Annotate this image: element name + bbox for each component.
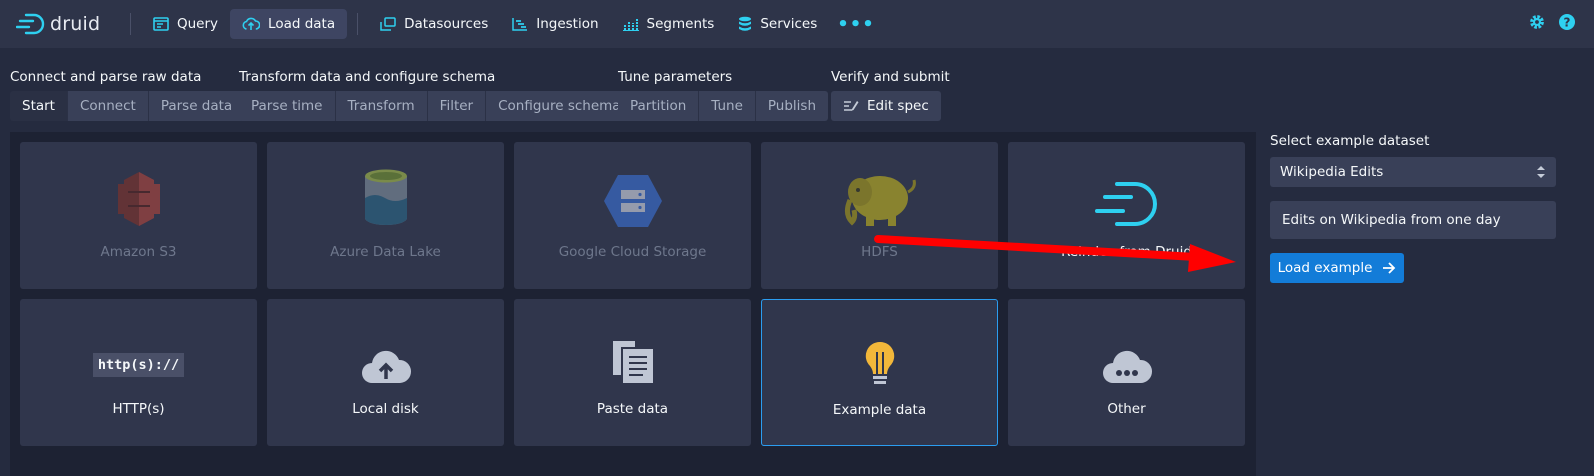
nav-datasources-label: Datasources: [404, 16, 489, 32]
tile-reindex-from-druid[interactable]: Reindex from Druid: [1008, 142, 1245, 289]
nav-ingestion-label: Ingestion: [536, 16, 599, 32]
step-tab-partition[interactable]: Partition: [618, 91, 700, 121]
database-icon: [739, 16, 752, 31]
double-caret-icon: [1537, 166, 1545, 178]
tile-example-data[interactable]: Example data: [761, 299, 998, 446]
tile-label: Google Cloud Storage: [558, 244, 707, 260]
step-group-title: Connect and parse raw data: [10, 69, 202, 85]
svg-text:?: ?: [1564, 16, 1571, 30]
arrow-right-icon: [1383, 262, 1396, 274]
step-tab-parse-time[interactable]: Parse time: [239, 91, 336, 121]
step-tab-start[interactable]: Start: [10, 91, 68, 121]
tile-label: Other: [1107, 401, 1146, 417]
application-icon: [153, 17, 169, 31]
azure-data-lake-icon: [364, 169, 407, 225]
nav-load-data[interactable]: Load data: [230, 9, 348, 39]
load-example-label: Load example: [1277, 260, 1373, 276]
tile-label: Paste data: [596, 401, 669, 417]
nav-datasources[interactable]: Datasources: [368, 9, 500, 39]
tile-label: Local disk: [352, 401, 419, 417]
stacked-chart-icon: [622, 19, 639, 31]
nav-services[interactable]: Services: [726, 9, 829, 39]
tile-azure-data-lake[interactable]: Azure Data Lake: [267, 142, 504, 289]
step-tab-filter[interactable]: Filter: [427, 91, 487, 121]
nav-query-label: Query: [177, 16, 219, 32]
tile-google-cloud-storage[interactable]: Google Cloud Storage: [514, 142, 751, 289]
step-group-title: Verify and submit: [831, 69, 950, 85]
druid-logo-icon: [1094, 182, 1157, 226]
step-group-transform: Transform data and configure schema Pars…: [239, 69, 633, 121]
amazon-s3-icon: [117, 172, 160, 226]
ingestion-source-tiles: Amazon S3 Azure Data Lake Google Cloud S…: [10, 132, 1256, 476]
nav-segments[interactable]: Segments: [611, 9, 727, 39]
cloud-upload-icon: [361, 350, 411, 383]
tile-label: Azure Data Lake: [330, 244, 441, 260]
tile-paste-data[interactable]: Paste data: [514, 299, 751, 446]
cloud-more-icon: [1102, 350, 1152, 383]
nav-divider: [130, 13, 131, 35]
tile-label: HDFS: [861, 244, 898, 260]
tile-label: Reindex from Druid: [1061, 244, 1192, 260]
tile-amazon-s3[interactable]: Amazon S3: [20, 142, 257, 289]
step-tab-edit-spec[interactable]: Edit spec: [831, 91, 941, 121]
cloud-upload-icon: [242, 17, 261, 30]
tile-local-disk[interactable]: Local disk: [267, 299, 504, 446]
step-tab-configure-schema[interactable]: Configure schema: [486, 91, 633, 121]
step-tab-publish[interactable]: Publish: [755, 91, 829, 121]
druid-logo[interactable]: druid: [16, 13, 120, 35]
lightbulb-icon: [865, 341, 894, 384]
dataset-description: Edits on Wikipedia from one day: [1270, 201, 1556, 239]
tile-label: Example data: [832, 402, 927, 418]
edit-spec-label: Edit spec: [867, 98, 929, 114]
http-badge-icon: http(s)://: [92, 353, 185, 377]
step-group-title: Tune parameters: [618, 69, 733, 85]
tile-label: HTTP(s): [112, 401, 165, 417]
hadoop-elephant-icon: [844, 176, 916, 226]
example-dataset-select[interactable]: Wikipedia Edits: [1270, 157, 1556, 187]
step-group-connect: Connect and parse raw data Start Connect…: [10, 69, 245, 121]
logo-text: druid: [50, 13, 101, 35]
nav-query[interactable]: Query: [141, 9, 230, 39]
step-tab-connect[interactable]: Connect: [67, 91, 149, 121]
tile-label: Amazon S3: [100, 244, 177, 260]
nav-ingestion[interactable]: Ingestion: [500, 9, 610, 39]
nav-divider: [357, 13, 359, 35]
tile-hdfs[interactable]: HDFS: [761, 142, 998, 289]
edit-spec-icon: [844, 101, 859, 111]
nav-services-label: Services: [760, 16, 818, 32]
help-icon[interactable]: ?: [1558, 13, 1576, 31]
step-group-title: Transform data and configure schema: [239, 69, 496, 85]
step-tab-transform[interactable]: Transform: [335, 91, 428, 121]
step-tab-tune[interactable]: Tune: [699, 91, 756, 121]
step-tab-parse-data[interactable]: Parse data: [148, 91, 245, 121]
load-example-button[interactable]: Load example: [1270, 253, 1404, 283]
select-example-label: Select example dataset: [1270, 133, 1430, 149]
step-group-tune: Tune parameters Partition Tune Publish: [618, 69, 829, 121]
example-dataset-panel: Select example dataset Wikipedia Edits E…: [1270, 132, 1556, 283]
tile-http[interactable]: http(s):// HTTP(s): [20, 299, 257, 446]
settings-gear-icon[interactable]: [1528, 13, 1546, 31]
clipboard-paste-icon: [612, 341, 653, 383]
nav-segments-label: Segments: [646, 16, 715, 32]
tile-other[interactable]: Other: [1008, 299, 1245, 446]
step-group-verify: Verify and submit Edit spec: [831, 69, 950, 121]
selected-dataset: Wikipedia Edits: [1280, 164, 1384, 180]
multi-select-icon: [380, 17, 396, 31]
nav-load-data-label: Load data: [268, 16, 336, 32]
gantt-chart-icon: [512, 18, 528, 31]
top-navbar: druid Query Load data Datasources Ingest…: [0, 0, 1594, 48]
druid-logo-icon: [16, 13, 45, 35]
more-menu-button[interactable]: •••: [829, 14, 883, 35]
google-cloud-storage-icon: [603, 175, 662, 227]
